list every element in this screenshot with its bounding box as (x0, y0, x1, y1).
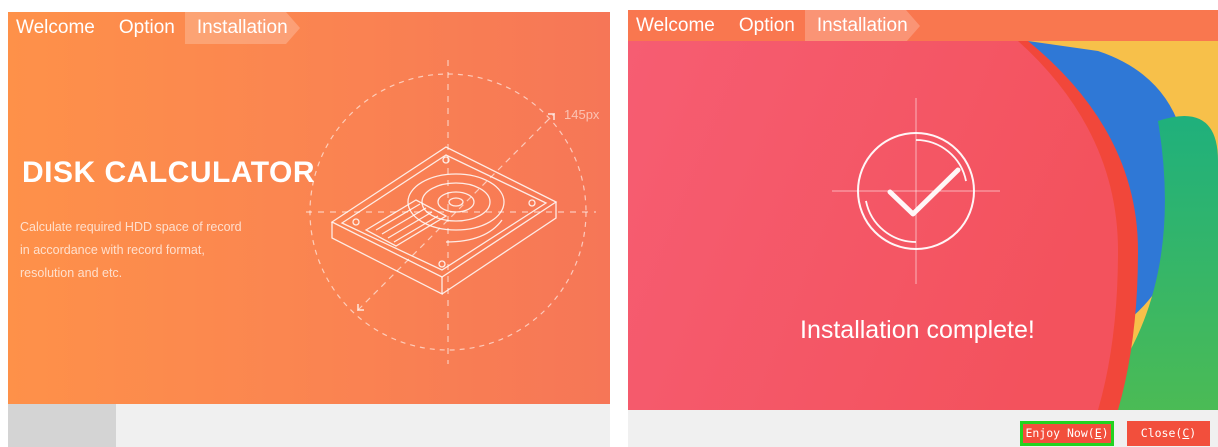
close-label-end: ) (1189, 426, 1197, 440)
description-line: in accordance with record format, (20, 243, 205, 257)
enjoy-now-label: Enjoy Now( (1025, 426, 1095, 440)
nav-step-welcome: Welcome (636, 15, 715, 36)
step-nav: Welcome Option Installation (8, 12, 300, 44)
description-line: resolution and etc. (20, 266, 123, 280)
hero-banner: Welcome Option Installation DISK CALCULA… (8, 12, 610, 404)
nav-step-installation: Installation (184, 12, 300, 44)
close-label: Close( (1140, 426, 1183, 440)
footer-bar (8, 404, 610, 447)
description-line: Calculate required HDD space of record (20, 220, 242, 234)
checkmark-icon (832, 98, 1000, 284)
step-nav-bar: Welcome Option Installation (628, 10, 1218, 42)
dimension-label: 145px (564, 107, 600, 122)
installer-window-option: Welcome Option Installation DISK CALCULA… (8, 12, 610, 447)
hard-disk-icon (306, 60, 596, 364)
enjoy-now-button[interactable]: Enjoy Now(E) (1020, 421, 1114, 446)
hero-description: Calculate required HDD space of record i… (20, 216, 290, 285)
nav-step-option: Option (118, 17, 175, 38)
close-button[interactable]: Close(C) (1127, 421, 1210, 446)
installation-status: Installation complete! (800, 316, 1035, 344)
enjoy-now-label-end: ) (1101, 426, 1109, 440)
installer-window-complete: Welcome Option Installation Installation… (628, 10, 1218, 447)
nav-step-welcome: Welcome (16, 17, 95, 38)
nav-step-option: Option (738, 15, 795, 36)
hero-title: DISK CALCULATOR (22, 156, 316, 189)
enjoy-now-shortcut: E (1094, 426, 1102, 440)
nav-step-installation: Installation (804, 10, 920, 42)
progress-block (8, 404, 116, 447)
step-nav: Welcome Option Installation (628, 10, 920, 42)
